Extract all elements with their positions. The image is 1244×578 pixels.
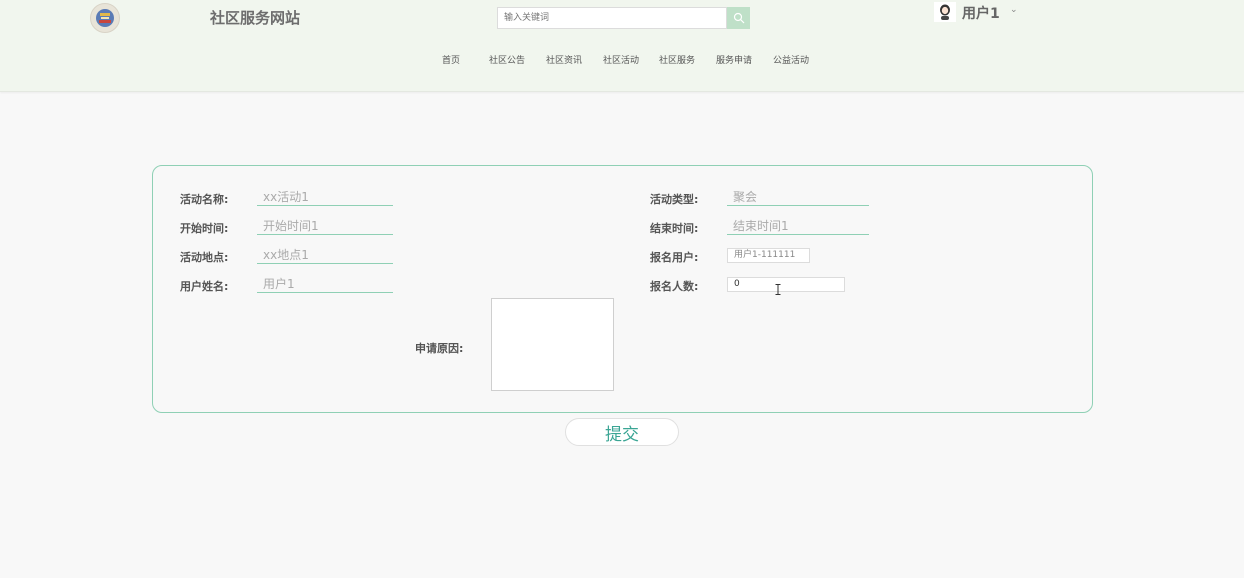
nav-item-notices[interactable]: 社区公告 (489, 53, 525, 66)
site-title[interactable]: 社区服务网站 (210, 7, 300, 28)
end-time-field[interactable]: 结束时间1 (727, 219, 869, 235)
text-cursor-icon (774, 284, 782, 298)
end-time-label: 结束时间: (650, 222, 699, 235)
avatar-icon[interactable] (934, 2, 956, 22)
reason-textarea[interactable] (491, 298, 614, 391)
reason-label: 申请原因: (415, 342, 464, 355)
activity-type-field[interactable]: 聚会 (727, 190, 869, 206)
signup-form-card: 活动名称: xx活动1 开始时间: 开始时间1 活动地点: xx地点1 用户姓名… (152, 165, 1093, 413)
search-bar (497, 7, 750, 29)
nav-item-service-request[interactable]: 服务申请 (716, 53, 752, 66)
start-time-label: 开始时间: (180, 222, 229, 235)
activity-name-label: 活动名称: (180, 193, 229, 206)
nav-item-activities[interactable]: 社区活动 (603, 53, 639, 66)
signup-user-label: 报名用户: (650, 251, 699, 264)
nav-item-home[interactable]: 首页 (442, 53, 460, 66)
start-time-field[interactable]: 开始时间1 (257, 219, 393, 235)
user-menu-caret-icon[interactable]: ⌄ (1010, 5, 1018, 15)
signup-count-label: 报名人数: (650, 280, 699, 293)
signup-count-input[interactable]: 0 (727, 277, 845, 292)
signup-user-field[interactable]: 用户1-111111 (727, 248, 810, 263)
user-real-name-label: 用户姓名: (180, 280, 229, 293)
site-logo-icon[interactable] (90, 3, 120, 33)
search-button[interactable] (727, 7, 750, 29)
location-field[interactable]: xx地点1 (257, 248, 393, 264)
user-real-name-field[interactable]: 用户1 (257, 277, 393, 293)
search-icon (733, 12, 744, 24)
search-input[interactable] (497, 7, 727, 29)
user-name[interactable]: 用户1 (962, 3, 1000, 23)
location-label: 活动地点: (180, 251, 229, 264)
submit-button[interactable]: 提交 (565, 418, 679, 446)
activity-type-label: 活动类型: (650, 193, 699, 206)
activity-name-field[interactable]: xx活动1 (257, 190, 393, 206)
site-header: 社区服务网站 用户1 ⌄ 首页 社区公告 社区资讯 社区活动 社区服务 服务申请… (0, 0, 1244, 92)
nav-item-services[interactable]: 社区服务 (659, 53, 695, 66)
nav-item-charity[interactable]: 公益活动 (773, 53, 809, 66)
nav-item-news[interactable]: 社区资讯 (546, 53, 582, 66)
